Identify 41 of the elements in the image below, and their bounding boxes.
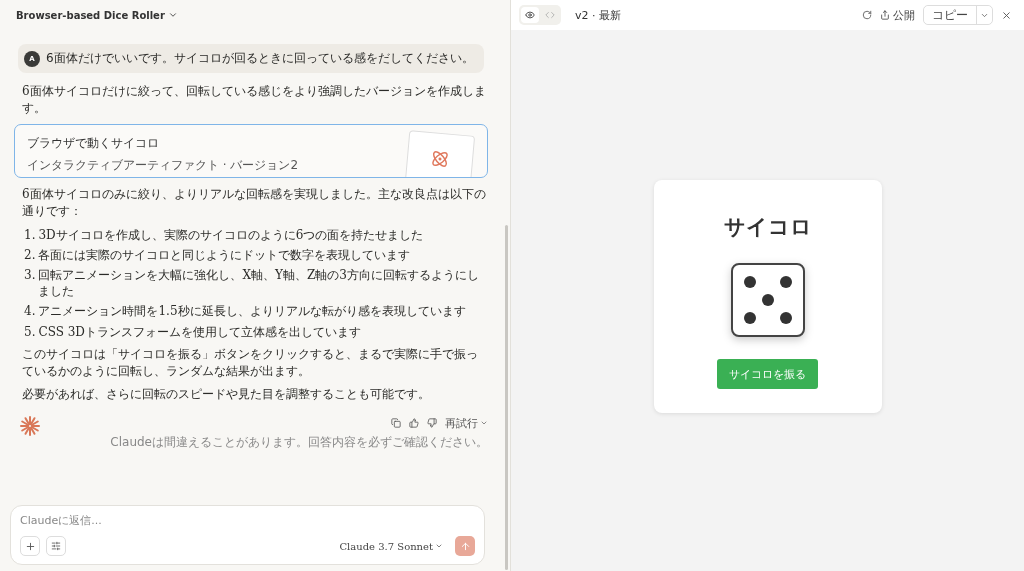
- claude-logo-icon: [20, 415, 40, 436]
- list-item: 4. アニメーション時間を1.5秒に延長し、よりリアルな転がり感を表現しています: [24, 303, 467, 320]
- disclaimer: Claudeは間違えることがあります。回答内容を必ずご確認ください。: [110, 433, 488, 451]
- response-text: このサイコロは「サイコロを振る」ボタンをクリックすると、まるで実際に手で振っているかのように回転し、ランダムな結果が出ます。: [22, 345, 479, 381]
- plus-icon: [24, 540, 36, 552]
- atom-icon: [430, 149, 450, 169]
- artifact-title: ブラウザで動くサイコロ: [27, 134, 160, 152]
- artifact-card[interactable]: ブラウザで動くサイコロ インタラクティブアーティファクト · バージョン2: [14, 123, 488, 178]
- model-selector[interactable]: Claude 3.7 Sonnet: [333, 539, 449, 553]
- list-item: 5. CSS 3Dトランスフォームを使用して立体感を出しています: [24, 323, 362, 340]
- code-icon: [545, 10, 555, 20]
- copy-icon[interactable]: [391, 418, 401, 429]
- thumbs-down-icon[interactable]: [427, 418, 437, 429]
- eye-icon: [525, 10, 535, 20]
- settings-button[interactable]: [46, 536, 66, 556]
- list-item: 3. 回転アニメーションを大幅に強化し、X軸、Y軸、Z軸の3方向に回転するようにしました: [24, 266, 480, 300]
- sliders-icon: [51, 541, 61, 551]
- thumbs-up-icon[interactable]: [409, 418, 419, 429]
- close-icon[interactable]: [1001, 9, 1012, 21]
- share-icon: [880, 10, 890, 20]
- user-message-text: 6面体だけでいいです。サイコロが回るときに回っている感をだしてください。: [46, 50, 474, 67]
- preview-tab[interactable]: [521, 7, 539, 23]
- refresh-icon[interactable]: [862, 10, 872, 20]
- list-item: 1. 3Dサイコロを作成し、実際のサイコロのように6つの面を持たせました: [24, 226, 425, 243]
- artifact-subtitle: インタラクティブアーティファクト · バージョン2: [27, 156, 299, 174]
- response-text: 必要があれば、さらに回転のスピードや見た目を調整することも可能です。: [22, 386, 431, 404]
- send-button[interactable]: [455, 536, 475, 556]
- arrow-up-icon: [459, 540, 471, 552]
- add-button[interactable]: [20, 536, 40, 556]
- app-title: サイコロ: [723, 214, 812, 241]
- scrollbar[interactable]: [505, 225, 508, 570]
- version-label: v2 · 最新: [575, 7, 621, 23]
- response-text: 6面体サイコロのみに絞り、よりリアルな回転感を実現しました。主な改良点は以下の通りです：: [22, 185, 487, 221]
- chevron-down-icon: [435, 542, 443, 550]
- publish-button[interactable]: 公開: [880, 7, 915, 23]
- retry-button[interactable]: 再試行: [445, 415, 488, 431]
- list-item: 2. 各面には実際のサイコロと同じようにドットで数字を表現しています: [24, 246, 412, 263]
- response-text: 6面体サイコロだけに絞って、回転している感じをより強調したバージョンを作成します。: [22, 83, 487, 118]
- chat-title[interactable]: Browser-based Dice Roller: [16, 9, 178, 21]
- chevron-down-icon: [167, 10, 178, 20]
- reply-field[interactable]: Claudeに返信... Claude 3.7 Sonnet: [10, 505, 485, 565]
